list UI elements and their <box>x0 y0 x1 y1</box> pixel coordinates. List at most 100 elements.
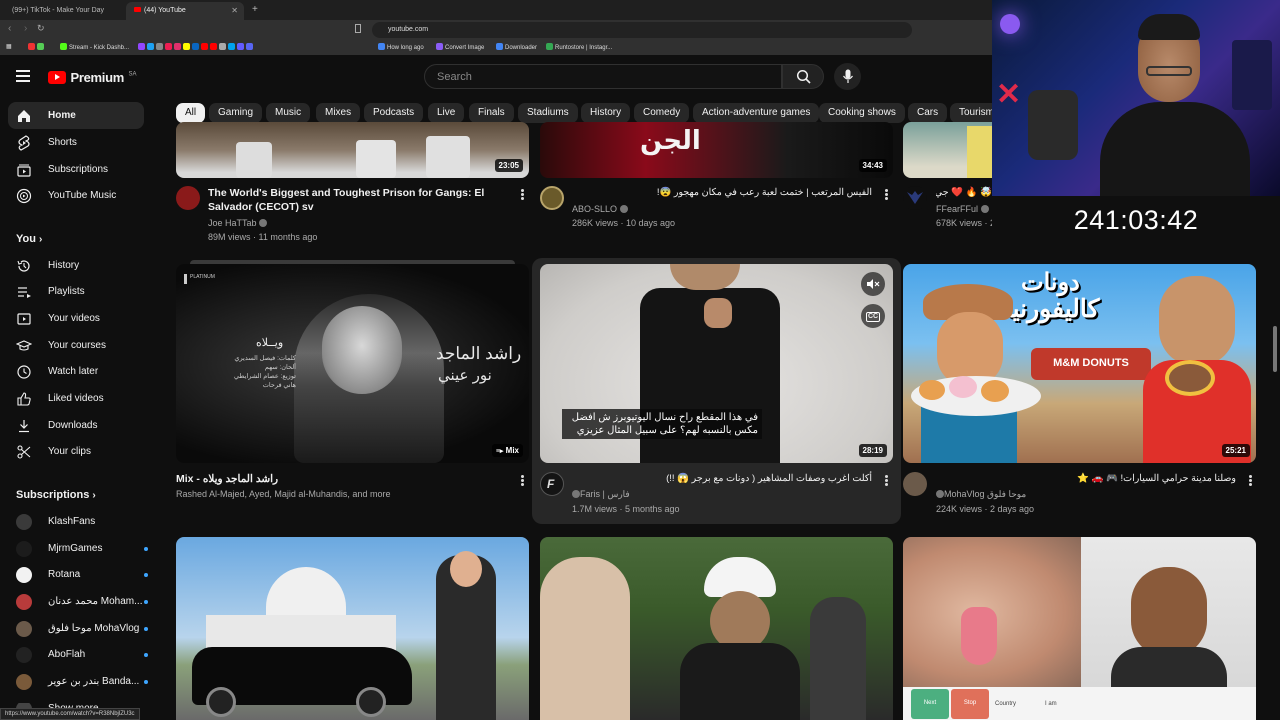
channel-avatar[interactable] <box>903 472 927 496</box>
bookmark-icon[interactable] <box>192 43 199 50</box>
youtube-icon[interactable] <box>201 43 208 50</box>
chip-tourism[interactable]: Tourism <box>950 103 992 123</box>
more-options-icon[interactable] <box>521 474 525 487</box>
channel-avatar[interactable]: F <box>540 472 564 496</box>
video-thumbnail[interactable] <box>903 122 992 178</box>
new-content-dot <box>144 653 148 657</box>
chip-all[interactable]: All <box>176 103 206 123</box>
back-icon[interactable]: ‹ <box>8 23 11 34</box>
video-thumbnail[interactable]: دونات كاليفورنيا M&M DONUTS 25:21 <box>903 264 1256 463</box>
video-thumbnail[interactable]: PLATINUM راشد الماجد نور عيني ويــلاه كل… <box>176 264 529 463</box>
browser-tab-tiktok[interactable]: (99+) TikTok - Make Your Day <box>4 2 122 20</box>
reload-icon[interactable]: ↻ <box>37 23 45 34</box>
bookmark-how-long-ago[interactable]: How long ago <box>378 43 424 51</box>
channel-name: بندر بن عوير Banda... <box>48 676 140 687</box>
x-icon[interactable] <box>156 43 163 50</box>
new-content-dot <box>144 573 148 577</box>
video-duration: 34:43 <box>858 159 887 172</box>
address-bar[interactable]: youtube.com <box>372 22 912 38</box>
channel-name[interactable]: FFearFFul <box>936 202 989 216</box>
browser-tab-bar: (99+) TikTok - Make Your Day (44) YouTub… <box>0 0 992 20</box>
snapchat-icon[interactable] <box>183 43 190 50</box>
apps-icon[interactable]: ▦ <box>6 43 12 50</box>
tab-label: (99+) TikTok - Make Your Day <box>12 7 105 14</box>
more-options-icon[interactable] <box>1249 474 1253 487</box>
video-title[interactable]: Mix - راشد الماجد ويلاه <box>176 472 506 486</box>
video-preview[interactable]: في هذا المقطع راح نسال اليوتيوبرز ش افضل… <box>540 264 893 463</box>
voice-search-button[interactable] <box>834 63 861 90</box>
search-button[interactable] <box>782 64 824 89</box>
channel-avatar[interactable] <box>903 186 927 210</box>
video-title[interactable]: The World's Biggest and Toughest Prison … <box>208 186 516 214</box>
channel-name: محمد عدنان Moham... <box>48 596 143 607</box>
chip-history[interactable]: History <box>581 103 631 123</box>
chip-cooking-shows[interactable]: Cooking shows <box>819 103 905 123</box>
video-title[interactable]: الفيس المرتعب | ختمت لعبة رعب في مكان مه… <box>572 186 872 200</box>
bookmark-convert-image[interactable]: Convert Image <box>436 43 484 51</box>
stripe-icon[interactable] <box>237 43 244 50</box>
video-thumbnail[interactable]: Next Stop Country I am <box>903 537 1256 720</box>
search-input[interactable]: Search <box>424 64 782 89</box>
youtube-studio-icon[interactable] <box>210 43 217 50</box>
new-tab-icon[interactable]: + <box>252 4 258 15</box>
microphone <box>1028 90 1078 160</box>
chip-action-adventure-games[interactable]: Action-adventure games <box>693 103 820 123</box>
more-options-icon[interactable] <box>521 188 525 201</box>
tiktok-icon[interactable] <box>165 43 172 50</box>
chip-comedy[interactable]: Comedy <box>634 103 690 123</box>
chip-mixes[interactable]: Mixes <box>316 103 361 123</box>
next-button[interactable]: Next <box>911 689 949 719</box>
bookmark-page-icon[interactable] <box>355 24 361 33</box>
twitter-icon[interactable] <box>147 43 154 50</box>
github-icon[interactable] <box>219 43 226 50</box>
bookmark-icon[interactable] <box>228 43 235 50</box>
video-thumbnail[interactable]: 23:05 <box>176 122 529 178</box>
chip-finals[interactable]: Finals <box>469 103 514 123</box>
channel-avatar[interactable] <box>176 186 200 210</box>
thumbnail-text-donuts: دونات <box>1021 269 1080 296</box>
more-options-icon[interactable] <box>885 474 889 487</box>
discord-icon[interactable] <box>246 43 253 50</box>
chip-cars[interactable]: Cars <box>908 103 948 123</box>
video-title[interactable]: وصلنا مدينة حرامي السيارات! 🎮 🚗 ⭐ <box>936 472 1236 486</box>
gender-select[interactable]: I am <box>1045 701 1057 707</box>
bookmarks-bar: ▦ Stream - Kick Dashb... How long ago Co… <box>0 40 992 55</box>
video-thumbnail[interactable]: الجن 34:43 <box>540 122 893 178</box>
mute-button[interactable] <box>861 272 885 296</box>
sidebar-subscriptions-header[interactable]: Subscriptions › <box>16 489 96 501</box>
country-select[interactable]: Country <box>995 701 1016 707</box>
chip-gaming[interactable]: Gaming <box>209 103 263 123</box>
sidebar-you-header[interactable]: You › <box>16 233 42 245</box>
person-left <box>917 284 1017 463</box>
browser-tab-youtube[interactable]: (44) YouTube ✕ <box>126 2 244 20</box>
channel-name[interactable]: Joe HaTTab <box>208 216 268 230</box>
bookmark-runtostore[interactable]: Runtostore | Instagr... <box>546 43 612 51</box>
video-thumbnail[interactable] <box>540 537 893 720</box>
chip-podcasts[interactable]: Podcasts <box>364 103 424 123</box>
youtube-premium-logo[interactable]: Premium SA <box>48 69 136 87</box>
video-meta: 89M views · 11 months ago <box>208 232 318 242</box>
bookmark-kick[interactable]: Stream - Kick Dashb... <box>60 43 129 51</box>
twitch-icon[interactable] <box>138 43 145 50</box>
mix-artists: Rashed Al-Majed, Ayed, Majid al-Muhandis… <box>176 489 391 499</box>
video-title[interactable]: أكلت اغرب وصفات المشاهير ( دونات مع برجر… <box>572 472 872 486</box>
chip-music[interactable]: Music <box>266 103 311 123</box>
stop-button[interactable]: Stop <box>951 689 989 719</box>
captions-button[interactable]: CC <box>861 304 885 328</box>
channel-name[interactable]: ABO-SLLO <box>572 202 628 216</box>
chip-stadiums[interactable]: Stadiums <box>518 103 578 123</box>
chip-live[interactable]: Live <box>428 103 465 123</box>
close-tab-icon[interactable]: ✕ <box>231 6 238 15</box>
scrollbar-thumb[interactable] <box>1273 326 1277 372</box>
channel-name[interactable]: MohaVlog موحا فلوق <box>936 487 1026 501</box>
video-thumbnail[interactable] <box>176 537 529 720</box>
menu-icon[interactable] <box>16 70 30 82</box>
bookmark-downloader[interactable]: Downloader <box>496 43 537 51</box>
bookmark-icon[interactable] <box>28 43 35 50</box>
instagram-icon[interactable] <box>174 43 181 50</box>
video-title[interactable]: 🤯 🔥 ❤️ جي العالم <box>936 186 992 200</box>
forward-icon[interactable]: › <box>24 23 27 34</box>
channel-avatar[interactable] <box>540 186 564 210</box>
more-options-icon[interactable] <box>885 188 889 201</box>
channel-name[interactable]: Faris | فارس <box>572 487 630 501</box>
